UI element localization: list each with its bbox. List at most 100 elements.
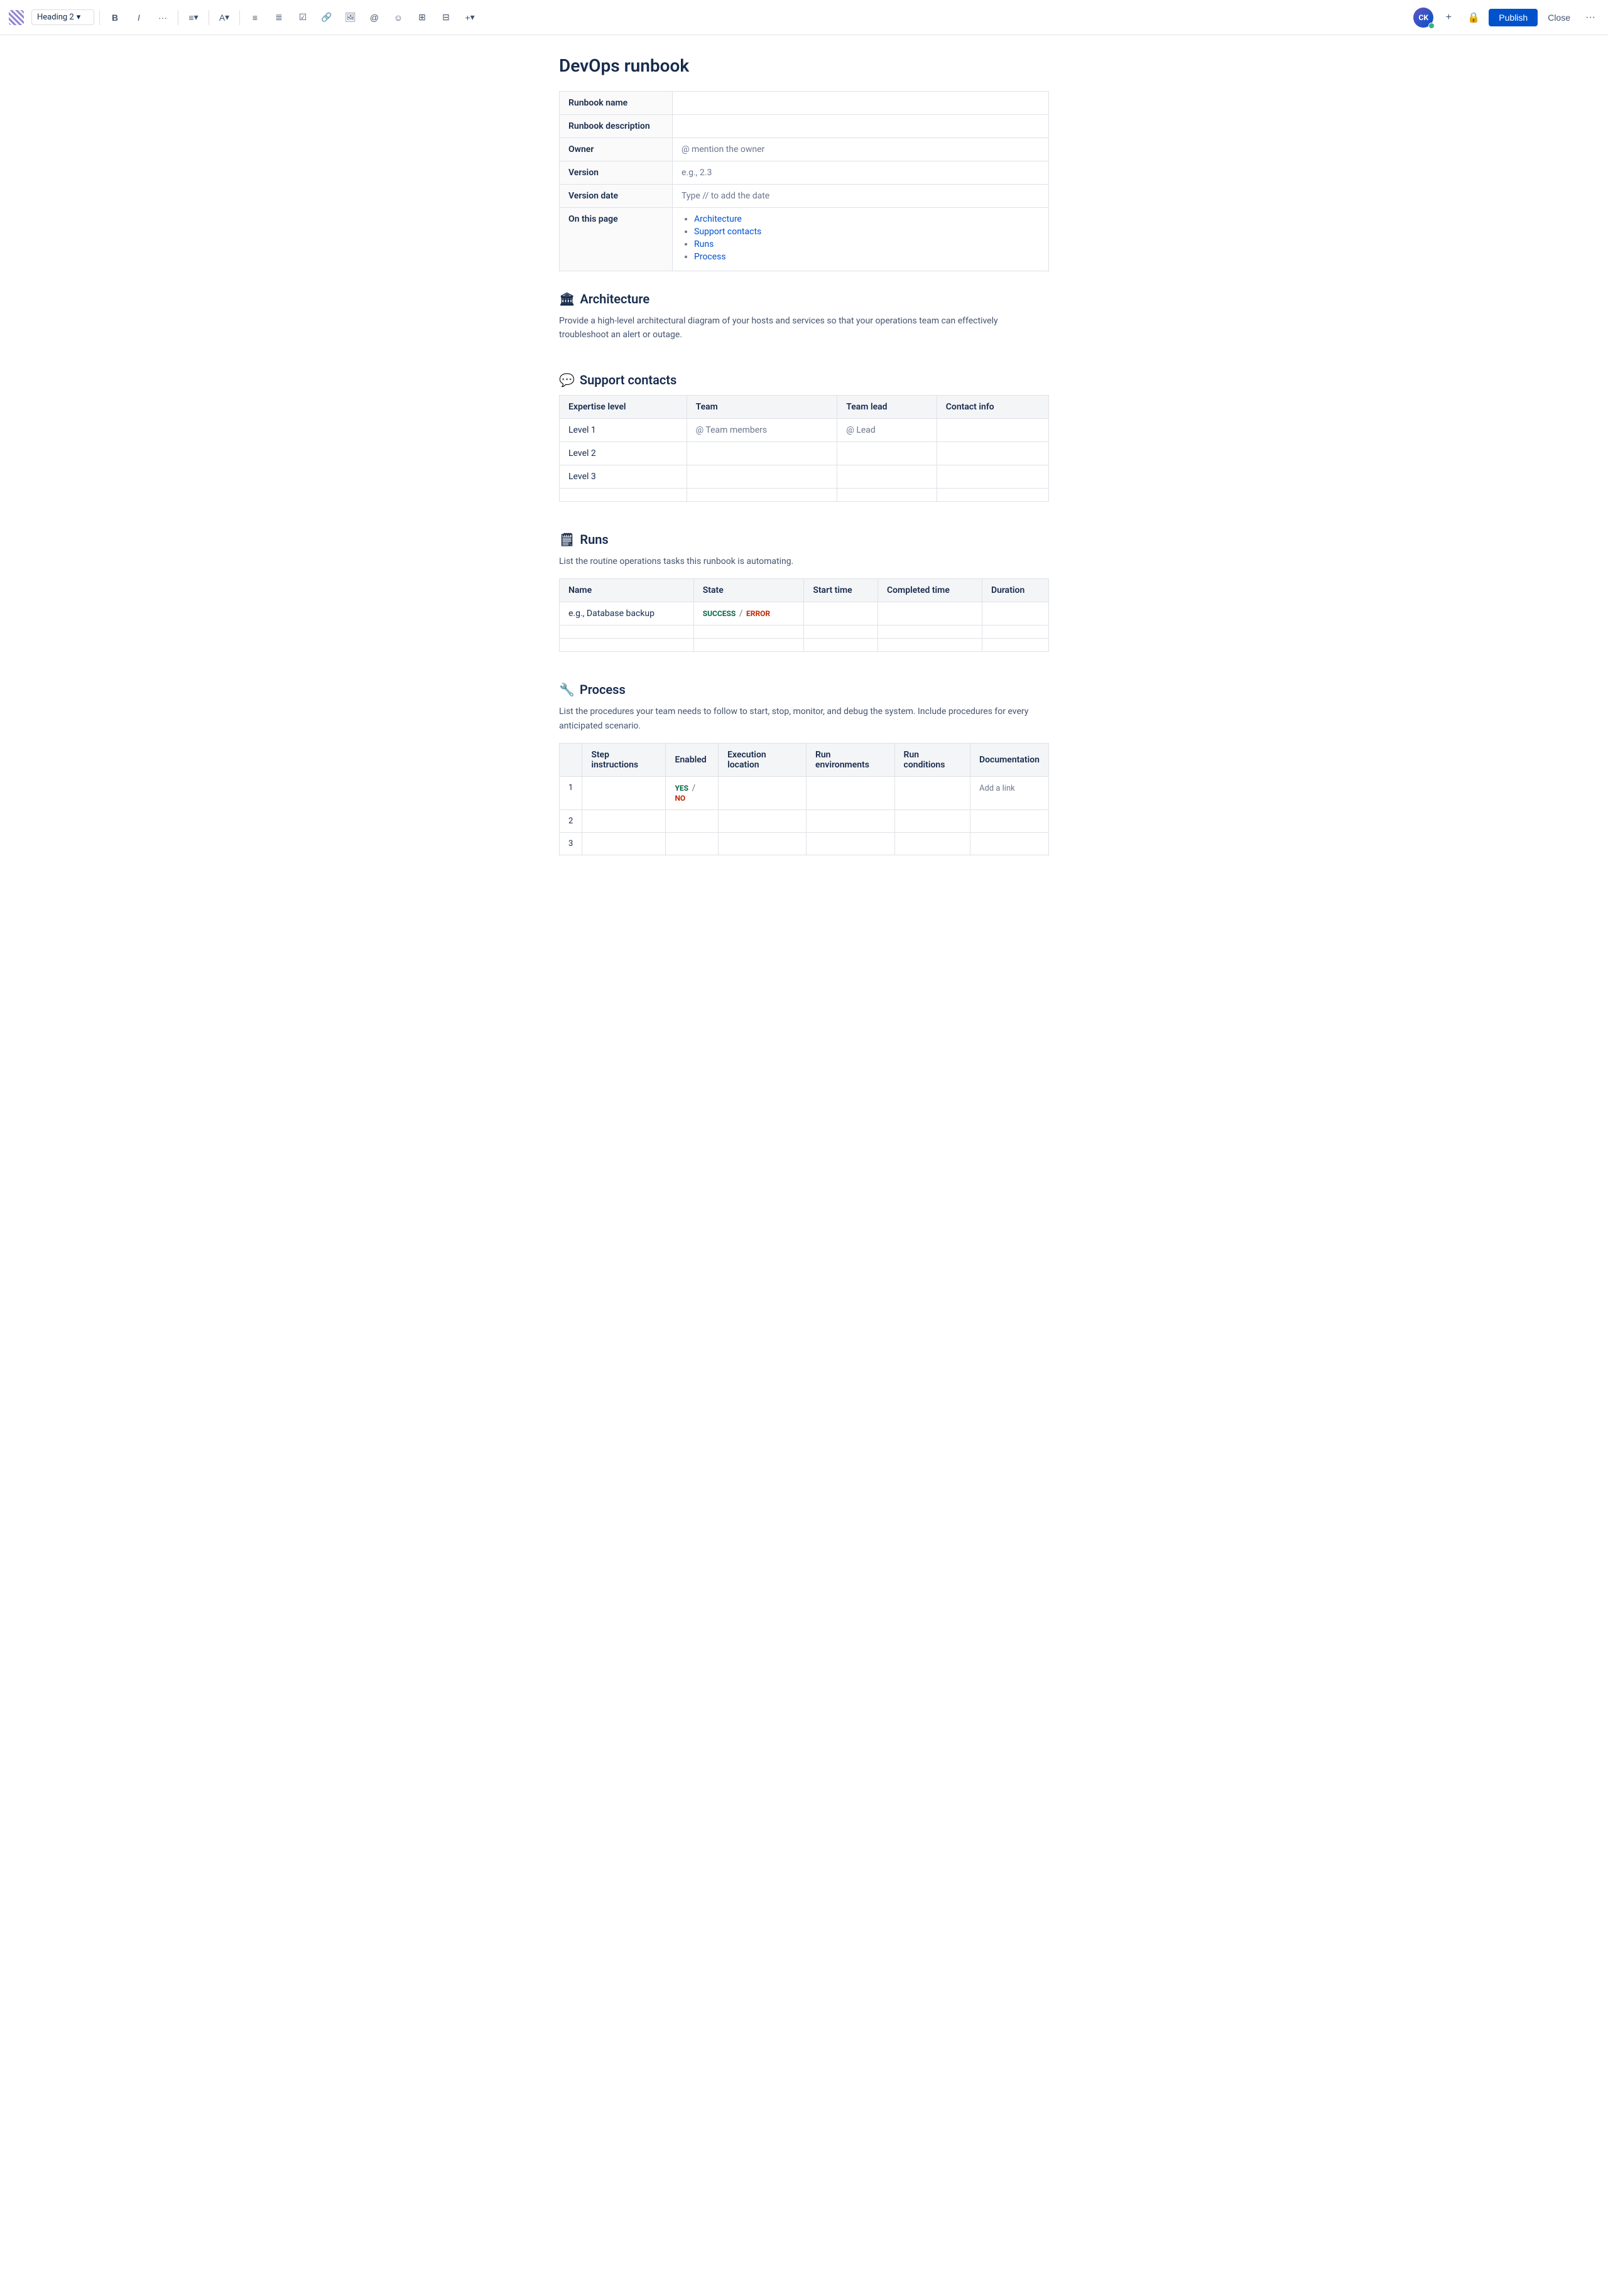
table-row: Level 1 @ Team members @ Lead [560,418,1049,441]
list-item: Runs [694,239,1040,249]
publish-button[interactable]: Publish [1489,9,1538,26]
table-button[interactable]: ⊞ [412,8,432,28]
run-duration-1 [982,602,1048,625]
link-button[interactable]: 🔗 [317,8,337,28]
info-value-runbook-name[interactable] [673,92,1049,115]
success-badge: SUCCESS [703,609,736,618]
process-doc-2 [970,810,1048,832]
italic-button[interactable]: I [129,8,149,28]
table-row: 1 YES / NO Add a link [560,776,1049,810]
task-list-icon: ☑ [299,12,307,23]
bullet-list-button[interactable]: ≡ [245,8,265,28]
process-doc-3 [970,832,1048,855]
run-duration-3 [982,639,1048,652]
architecture-description: Provide a high-level architectural diagr… [559,314,1049,342]
process-execution-3 [719,832,807,855]
table-row: Version e.g., 2.3 [560,161,1049,185]
info-value-runbook-desc[interactable] [673,115,1049,138]
image-icon: 🖼 [345,12,356,23]
overflow-menu-button[interactable]: ··· [1580,8,1600,28]
table-header-row: Expertise level Team Team lead Contact i… [560,395,1049,418]
support-contact-3 [937,465,1048,488]
close-button[interactable]: Close [1543,9,1575,26]
table-row: 2 [560,810,1049,832]
lock-button[interactable]: 🔒 [1464,8,1484,28]
table-row: On this page Architecture Support contac… [560,208,1049,271]
link-icon: 🔗 [321,12,332,23]
architecture-icon: 🏛 [559,291,575,306]
runs-section: 🗒 Runs List the routine operations tasks… [559,532,1049,652]
support-expertise-1: Level 1 [560,418,687,441]
image-button[interactable]: 🖼 [340,8,361,28]
runs-heading: 🗒 Runs [559,532,1049,547]
runs-heading-text: Runs [580,532,608,547]
overflow-icon: ··· [1585,12,1595,23]
support-lead-2 [837,441,937,465]
support-heading: 💬 Support contacts [559,372,1049,387]
bold-button[interactable]: B [105,8,125,28]
process-enabled-3 [666,832,719,855]
col-header-num [560,743,582,776]
support-contact-4 [937,488,1048,501]
table-row: Owner @ mention the owner [560,138,1049,161]
table-header-row: Name State Start time Completed time Dur… [560,579,1049,602]
col-header-doc: Documentation [970,743,1048,776]
toc-link-process[interactable]: Process [694,252,726,262]
process-conditions-3 [894,832,970,855]
app-logo [8,9,25,26]
process-environments-3 [806,832,894,855]
info-value-owner[interactable]: @ mention the owner [673,138,1049,161]
toc-link-support[interactable]: Support contacts [694,227,761,237]
col-header-name: Name [560,579,694,602]
info-label-runbook-name: Runbook name [560,92,673,115]
numbered-list-button[interactable]: ≣ [269,8,289,28]
table-row [560,625,1049,639]
run-name-3 [560,639,694,652]
error-badge: ERROR [746,609,770,618]
more-icon: ··· [158,13,167,23]
insert-more-button[interactable]: + ▾ [460,8,480,28]
process-instructions-1 [582,776,666,810]
add-collaborator-button[interactable]: + [1438,8,1459,28]
logo-icon [9,10,24,25]
architecture-section: 🏛 Architecture Provide a high-level arch… [559,291,1049,342]
mention-button[interactable]: @ [364,8,384,28]
color-button[interactable]: A ▾ [214,8,234,28]
bullet-list-icon: ≡ [253,13,258,23]
run-start-2 [804,625,878,639]
layout-button[interactable]: ⊟ [436,8,456,28]
italic-icon: I [138,13,140,23]
support-lead-4 [837,488,937,501]
mention-icon: @ [370,13,379,23]
toc-link-architecture[interactable]: Architecture [694,214,742,224]
align-button[interactable]: ≡ ▾ [183,8,204,28]
process-execution-2 [719,810,807,832]
avatar[interactable]: CK [1413,8,1433,28]
run-completed-1 [877,602,982,625]
support-lead-1: @ Lead [837,418,937,441]
process-num-3: 3 [560,832,582,855]
info-value-version-date[interactable]: Type // to add the date [673,185,1049,208]
task-list-button[interactable]: ☑ [293,8,313,28]
toc-list: Architecture Support contacts Runs Proce… [682,214,1040,262]
add-link-1[interactable]: Add a link [979,784,1015,793]
process-conditions-1 [894,776,970,810]
support-icon: 💬 [559,372,575,387]
emoji-icon: ☺ [394,13,403,23]
support-lead-3 [837,465,937,488]
table-row [560,488,1049,501]
table-header-row: Step instructions Enabled Execution loca… [560,743,1049,776]
heading-selector[interactable]: Heading 2 ▾ [31,9,94,25]
enabled-separator: / [692,783,696,793]
color-chevron-icon: ▾ [225,12,229,23]
col-header-duration: Duration [982,579,1048,602]
info-value-version[interactable]: e.g., 2.3 [673,161,1049,185]
process-environments-2 [806,810,894,832]
col-header-state: State [693,579,804,602]
emoji-button[interactable]: ☺ [388,8,408,28]
support-section: 💬 Support contacts Expertise level Team … [559,372,1049,502]
more-formatting-button[interactable]: ··· [153,8,173,28]
process-enabled-1: YES / NO [666,776,719,810]
toc-link-runs[interactable]: Runs [694,239,714,249]
avatar-online-badge [1428,23,1435,29]
